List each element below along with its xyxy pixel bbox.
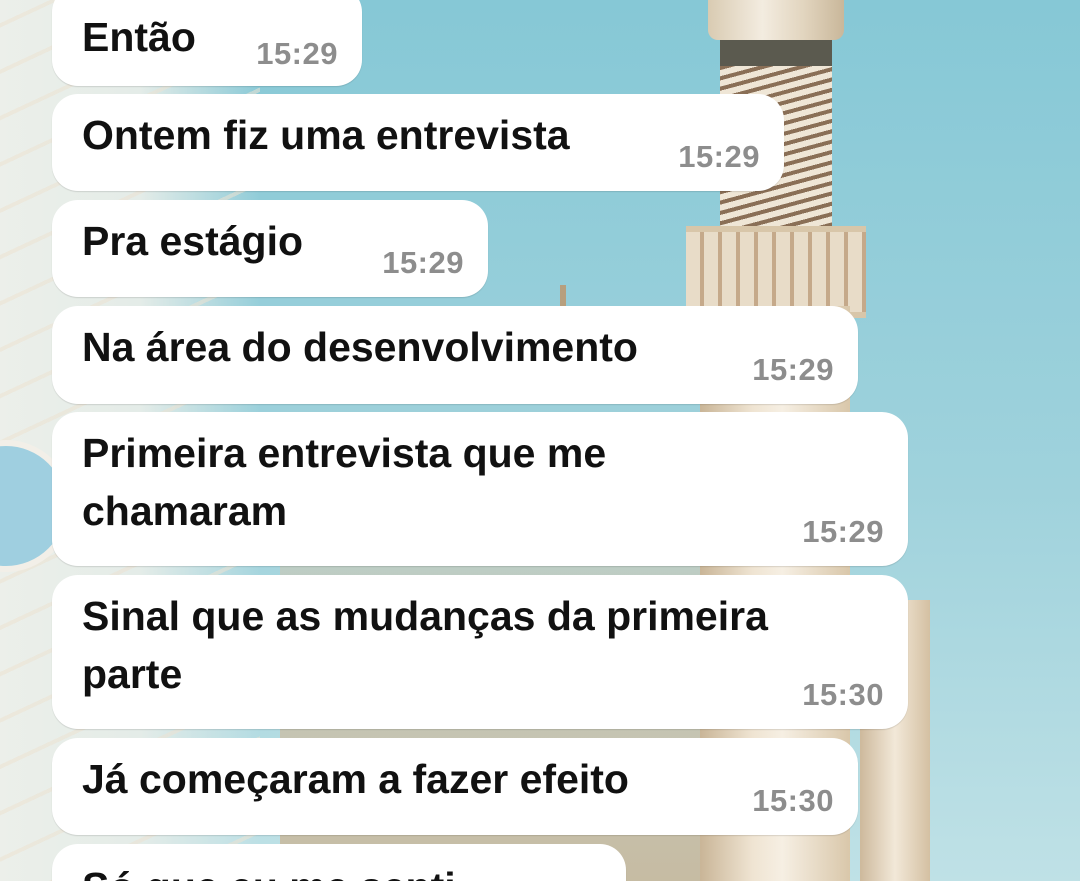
message-text: Sinal que as mudanças da primeira parte — [82, 593, 768, 697]
message-timestamp: 15:29 — [382, 245, 464, 280]
message-text: Já começaram a fazer efeito — [82, 756, 629, 802]
message-list[interactable]: Então 15:29 Ontem fiz uma entrevista 15:… — [0, 0, 1080, 881]
message-timestamp: 15:29 — [752, 352, 834, 387]
message-timestamp: 15:29 — [256, 36, 338, 71]
message-bubble[interactable]: Ontem fiz uma entrevista 15:29 — [52, 94, 784, 191]
message-text: Ontem fiz uma entrevista — [82, 112, 570, 158]
message-text: Só que eu me senti — [82, 858, 456, 881]
message-timestamp: 15:29 — [802, 514, 884, 549]
message-bubble[interactable]: Só que eu me senti — [52, 844, 626, 881]
message-text: Na área do desenvolvimento — [82, 324, 638, 370]
message-bubble[interactable]: Já começaram a fazer efeito 15:30 — [52, 738, 858, 835]
message-timestamp: 15:30 — [752, 783, 834, 818]
message-bubble[interactable]: Pra estágio 15:29 — [52, 200, 488, 297]
message-bubble[interactable]: Na área do desenvolvimento 15:29 — [52, 306, 858, 404]
message-text: Então — [82, 14, 196, 60]
message-text: Primeira entrevista que me chamaram — [82, 430, 607, 534]
message-timestamp: 15:29 — [678, 139, 760, 174]
message-timestamp: 15:30 — [802, 677, 884, 712]
message-text: Pra estágio — [82, 218, 304, 264]
message-bubble[interactable]: Primeira entrevista que me chamaram 15:2… — [52, 412, 908, 566]
message-bubble[interactable]: Então 15:29 — [52, 0, 362, 86]
message-bubble[interactable]: Sinal que as mudanças da primeira parte … — [52, 575, 908, 729]
